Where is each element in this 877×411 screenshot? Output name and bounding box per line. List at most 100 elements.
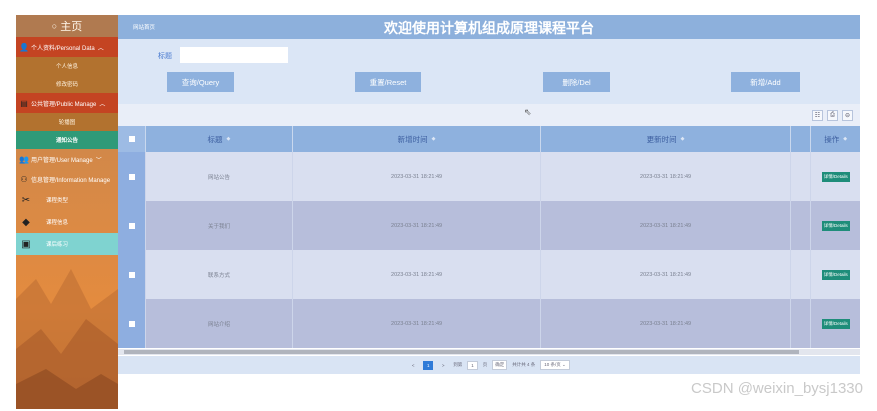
column-spacer [791,126,812,152]
sort-icon: ◆ [226,136,231,142]
column-header-created[interactable]: 新增时间 ◆ [293,126,542,152]
sidebar: ○ 主页 👤 个人资料/Personal Data ︿ 个人信息 修改密码 ▤ … [16,15,118,409]
row-select-cell [118,299,147,348]
row-title: 关于我们 [146,201,293,250]
sidebar-item-carousel[interactable]: 轮播图 [16,113,118,131]
export-icon[interactable]: ⊖ [842,110,853,121]
page-unit-label: 页 [482,362,488,367]
table-row[interactable]: 网站公告 2023-03-31 18:21:49 2023-03-31 18:2… [118,152,860,201]
sidebar-item-course-type[interactable]: ✂ 课程类型 [16,189,118,211]
details-button[interactable]: 详情/Details [821,318,850,329]
sidebar-group-information[interactable]: ⚇ 信息管理/Information Manage [16,169,118,189]
prev-page-button[interactable]: < [408,361,418,370]
filter-icon[interactable]: ☷ [812,110,823,121]
search-panel: 标题 查询/Query 重置/Reset 删除/Del 新增/Add [118,39,860,104]
row-created-time: 2023-03-31 18:21:49 [293,152,542,201]
sidebar-item-label: 课后练习 [46,242,69,248]
mouse-cursor-icon: ⇖ [524,107,532,117]
sidebar-item-profile[interactable]: 个人信息 [16,57,118,75]
sidebar-item-label: 课程类型 [46,198,69,204]
page-title: 欢迎使用计算机组成原理课程平台 [384,20,594,36]
sidebar-group-user[interactable]: 👥 用户管理/User Manage ﹀ [16,149,118,169]
sidebar-group-label: 个人资料/Personal Data [31,45,95,52]
row-select-cell [118,152,147,201]
goto-confirm-button[interactable]: 确定 [492,360,508,370]
sidebar-item-password[interactable]: 修改密码 [16,75,118,93]
total-count: 共计共 4 条 [512,362,536,367]
sidebar-home[interactable]: ○ 主页 [16,15,118,37]
chevron-up-icon: ︿ [97,45,104,52]
chevron-down-icon: ﹀ [95,157,102,164]
horizontal-scrollbar[interactable] [118,349,860,355]
board-icon: ▤ [20,98,28,108]
sidebar-item-label: 课程信息 [46,220,69,226]
details-button[interactable]: 详情/Details [821,269,850,280]
query-button[interactable]: 查询/Query [167,72,234,92]
current-page-button[interactable]: 1 [423,360,434,370]
sidebar-home-label: 主页 [60,21,83,33]
row-checkbox[interactable] [128,173,135,180]
row-updated-time: 2023-03-31 18:21:49 [541,250,791,299]
delete-button[interactable]: 删除/Del [543,72,610,92]
watermark: CSDN @weixin_bysj1330 [691,380,863,397]
sidebar-item-course-info[interactable]: ◆ 课程信息 [16,211,118,233]
table-row[interactable]: 关于我们 2023-03-31 18:21:49 2023-03-31 18:2… [118,201,860,250]
tools-icon: ✂ [21,194,31,206]
row-select-cell [118,250,147,299]
table-row[interactable]: 网站介绍 2023-03-31 18:21:49 2023-03-31 18:2… [118,299,860,348]
data-table: 标题 ◆ 新增时间 ◆ 更新时间 ◆ 操作 ◆ 网站公告 2023-03-31 18:2… [118,126,860,348]
sidebar-group-public[interactable]: ▤ 公共管理/Public Manage ︿ [16,93,118,113]
row-checkbox[interactable] [128,222,135,229]
column-header-label: 操作 [824,134,840,144]
mountain-decoration [16,269,118,409]
chevron-up-icon: ︿ [99,101,106,108]
column-header-updated[interactable]: 更新时间 ◆ [541,126,791,152]
select-all-checkbox[interactable] [128,136,135,142]
sidebar-item-notice[interactable]: 通知公告 [16,131,118,149]
tag-icon: ◆ [22,216,30,228]
title-search-input[interactable] [180,47,288,63]
app-root: ○ 主页 👤 个人资料/Personal Data ︿ 个人信息 修改密码 ▤ … [0,0,877,411]
sidebar-group-label: 公共管理/Public Manage [31,101,97,108]
sidebar-group-personal[interactable]: 👤 个人资料/Personal Data ︿ [16,37,118,57]
row-spacer [791,152,812,201]
row-actions: 详情/Details [811,152,860,201]
column-header-label: 更新时间 [646,134,677,144]
row-title: 联系方式 [146,250,293,299]
row-updated-time: 2023-03-31 18:21:49 [541,201,791,250]
title-field-label: 标题 [158,53,172,60]
table-toolbar: ⇖ ☷ ⎙ ⊖ [118,104,860,126]
row-updated-time: 2023-03-31 18:21:49 [541,299,791,348]
sidebar-submenu-personal: 个人信息 修改密码 [16,57,118,93]
header: 网站首页 欢迎使用计算机组成原理课程平台 [118,15,860,39]
print-icon[interactable]: ⎙ [827,110,838,121]
table-header: 标题 ◆ 新增时间 ◆ 更新时间 ◆ 操作 ◆ [118,126,860,152]
goto-page-input[interactable]: 1 [467,360,478,370]
page-size-value: 10 条/页 [544,362,561,367]
add-button[interactable]: 新增/Add [731,72,800,92]
column-header-actions[interactable]: 操作 ◆ [811,126,860,152]
row-created-time: 2023-03-31 18:21:49 [293,299,542,348]
row-checkbox[interactable] [128,320,135,327]
row-spacer [791,250,812,299]
row-spacer [791,299,812,348]
sort-icon: ◆ [843,136,848,142]
scrollbar-thumb[interactable] [124,350,799,354]
goto-label: 到第 [453,362,463,367]
column-header-label: 新增时间 [397,134,428,144]
row-created-time: 2023-03-31 18:21:49 [293,201,542,250]
details-button[interactable]: 详情/Details [821,171,850,182]
reset-button[interactable]: 重置/Reset [355,72,421,92]
row-select-cell [118,201,147,250]
row-updated-time: 2023-03-31 18:21:49 [541,152,791,201]
row-checkbox[interactable] [128,271,135,278]
chevron-down-icon: ⌄ [562,362,566,367]
table-row[interactable]: 联系方式 2023-03-31 18:21:49 2023-03-31 18:2… [118,250,860,299]
sidebar-item-exercise[interactable]: ▣ 课后练习 [16,233,118,255]
sidebar-group-label: 信息管理/Information Manage [31,177,111,184]
page-size-select[interactable]: 10 条/页 ⌄ [540,360,570,370]
home-icon: ○ [51,21,58,31]
details-button[interactable]: 详情/Details [821,220,850,231]
next-page-button[interactable]: > [438,361,448,370]
column-header-title[interactable]: 标题 ◆ [146,126,293,152]
